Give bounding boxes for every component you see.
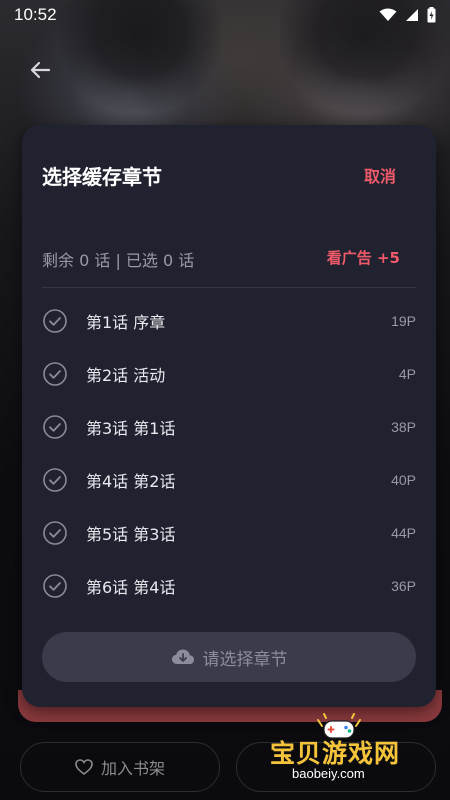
watermark-url: baobeiy.com: [292, 766, 365, 781]
chapter-title: 第6话 第4话: [86, 577, 176, 597]
status-bar: 10:52: [0, 0, 450, 30]
check-circle-icon: [43, 573, 67, 598]
chapter-pages: 44P: [391, 524, 416, 541]
watch-ad-button[interactable]: 看广告 +5: [327, 247, 400, 268]
chapter-title: 第4话 第2话: [86, 471, 176, 491]
wifi-icon: [379, 8, 397, 21]
check-circle-icon: [43, 361, 67, 386]
chapter-title: 第5话 第3话: [86, 524, 176, 544]
chapter-title: 第3话 第1话: [86, 418, 176, 438]
signal-icon: [406, 9, 418, 21]
back-arrow-icon: [30, 61, 51, 79]
check-circle-icon: [43, 520, 67, 545]
chapter-title: 第1话 序章: [86, 312, 166, 332]
chapter-pages: 40P: [391, 471, 416, 488]
select-chapter-button[interactable]: 请选择章节: [42, 632, 416, 682]
chapter-pages: 38P: [391, 418, 416, 435]
chapter-item[interactable]: 第4话 第2话 40P: [22, 453, 436, 506]
add-to-shelf-button[interactable]: 加入书架: [20, 742, 220, 792]
battery-icon: [427, 7, 436, 23]
chapter-item[interactable]: 第3话 第1话 38P: [22, 400, 436, 453]
back-button[interactable]: [26, 56, 54, 84]
check-circle-icon: [43, 414, 67, 439]
cloud-download-icon: [171, 649, 194, 664]
cache-chapter-sheet: 选择缓存章节 取消 剩余 0 话 | 已选 0 话 看广告 +5 第1话 序章 …: [22, 125, 436, 707]
divider: [42, 287, 416, 288]
chapter-list: 第1话 序章 19P 第2话 活动 4P 第3话 第1话 38P 第4话 第2话…: [22, 294, 436, 612]
chapter-pages: 36P: [391, 577, 416, 594]
chapter-item[interactable]: 第6话 第4话 36P: [22, 559, 436, 612]
heart-icon: [75, 759, 93, 775]
status-icons: [379, 7, 436, 23]
status-time: 10:52: [14, 5, 57, 24]
chapter-title: 第2话 活动: [86, 365, 166, 385]
chapter-item[interactable]: 第2话 活动 4P: [22, 347, 436, 400]
cancel-button[interactable]: 取消: [364, 163, 396, 187]
add-to-shelf-label: 加入书架: [100, 759, 165, 778]
chapter-item[interactable]: 第1话 序章 19P: [22, 294, 436, 347]
select-chapter-label: 请选择章节: [202, 649, 288, 670]
watermark-title: 宝贝游戏网: [270, 739, 401, 768]
check-circle-icon: [43, 467, 67, 492]
check-circle-icon: [43, 308, 67, 333]
chapter-pages: 4P: [398, 365, 416, 382]
chapter-pages: 19P: [391, 312, 416, 329]
watermark: 宝贝游戏网 baobeiy.com: [270, 713, 430, 784]
selection-summary: 剩余 0 话 | 已选 0 话: [42, 251, 195, 270]
sheet-title: 选择缓存章节: [42, 165, 162, 189]
chapter-item[interactable]: 第5话 第3话 44P: [22, 506, 436, 559]
